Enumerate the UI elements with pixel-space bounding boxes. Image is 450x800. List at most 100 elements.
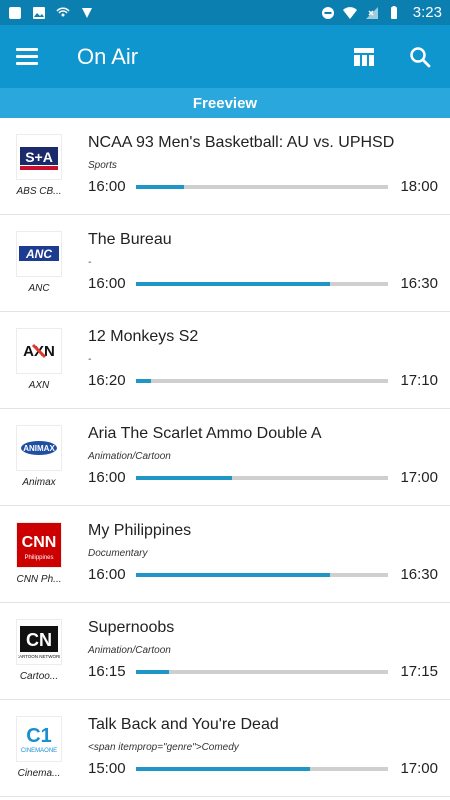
end-time: 16:30	[400, 275, 438, 292]
program-genre: Animation/Cartoon	[88, 451, 171, 462]
channel-logo: ANIMAX	[16, 425, 62, 471]
menu-button[interactable]	[16, 43, 44, 71]
program-title: Talk Back and You're Dead	[88, 716, 279, 733]
program-title: 12 Monkeys S2	[88, 328, 199, 345]
channel-column: CNN Philippines CNN Ph...	[0, 506, 78, 602]
svg-text:CNN: CNN	[22, 534, 57, 551]
program-info: Talk Back and You're Dead <span itemprop…	[78, 700, 450, 796]
start-time: 16:00	[88, 469, 126, 486]
program-genre: Documentary	[88, 548, 148, 559]
program-genre: Animation/Cartoon	[88, 645, 171, 656]
time-row: 16:00 18:00	[88, 178, 438, 195]
progress-fill	[136, 184, 184, 189]
progress-bar	[136, 766, 388, 771]
menu-icon-line	[16, 48, 38, 51]
end-time: 18:00	[400, 178, 438, 195]
do-not-disturb-icon	[321, 6, 334, 19]
end-time: 17:15	[400, 663, 438, 680]
end-time: 16:30	[400, 566, 438, 583]
grid-view-icon	[354, 47, 374, 66]
channel-name: ANC	[28, 283, 50, 294]
channel-column: S+A ABS CB...	[0, 118, 78, 214]
progress-fill	[136, 766, 310, 771]
channel-name: ABS CB...	[16, 186, 62, 197]
progress-fill	[136, 572, 331, 577]
svg-text:CARTOON NETWORK: CARTOON NETWORK	[18, 654, 60, 659]
list-item[interactable]: C1 CINEMAONE Cinema... Talk Back and You'…	[0, 700, 450, 797]
start-time: 16:00	[88, 178, 126, 195]
start-time: 16:15	[88, 663, 126, 680]
notification-square-icon	[9, 6, 21, 19]
end-time: 17:10	[400, 372, 438, 389]
channel-column: C1 CINEMAONE Cinema...	[0, 700, 78, 796]
wifi-hotspot-icon	[56, 7, 70, 16]
channel-logo: ANC	[16, 231, 62, 277]
start-time: 16:00	[88, 566, 126, 583]
channel-name: CNN Ph...	[16, 574, 62, 585]
search-icon	[410, 46, 431, 67]
status-bar: 3:23	[0, 0, 450, 25]
channel-column: ANC ANC	[0, 215, 78, 311]
svg-text:CN: CN	[26, 630, 52, 650]
channel-name: Cinema...	[17, 768, 61, 779]
list-item[interactable]: S+A ABS CB... NCAA 93 Men's Basketball: …	[0, 118, 450, 215]
start-time: 15:00	[88, 760, 126, 777]
menu-icon-line	[16, 62, 38, 65]
wifi-icon	[342, 6, 357, 19]
time-row: 16:00 17:00	[88, 469, 438, 486]
channel-column: AXN AXN	[0, 312, 78, 408]
grid-view-button[interactable]	[352, 45, 376, 69]
list-item[interactable]: ANIMAX Animax Aria The Scarlet Ammo Doub…	[0, 409, 450, 506]
svg-text:C1: C1	[26, 725, 52, 747]
program-info: NCAA 93 Men's Basketball: AU vs. UPHSD S…	[78, 118, 450, 214]
program-title: Supernoobs	[88, 619, 175, 636]
svg-text:CINEMAONE: CINEMAONE	[21, 748, 57, 754]
channel-column: ANIMAX Animax	[0, 409, 78, 505]
program-genre: -	[88, 354, 92, 365]
program-genre: <span itemprop="genre">Comedy	[88, 742, 239, 753]
svg-text:ANC: ANC	[25, 247, 52, 261]
channel-logo: CNN Philippines	[16, 522, 62, 568]
progress-fill	[136, 378, 152, 383]
channel-logo: S+A	[16, 134, 62, 180]
app-bar: On Air	[0, 25, 450, 88]
time-row: 15:00 17:00	[88, 760, 438, 777]
progress-bar	[136, 281, 388, 286]
program-title: The Bureau	[88, 231, 172, 248]
list-item[interactable]: AXN AXN 12 Monkeys S2 - 16:20 17:10	[0, 312, 450, 409]
program-title: My Philippines	[88, 522, 192, 539]
time-row: 16:15 17:15	[88, 663, 438, 680]
progress-bar	[136, 572, 388, 577]
page-title: On Air	[77, 43, 139, 69]
search-button[interactable]	[408, 45, 432, 69]
svg-text:S+A: S+A	[25, 149, 53, 165]
download-icon	[82, 7, 92, 18]
svg-text:ANIMAX: ANIMAX	[23, 444, 55, 453]
channel-column: CN CARTOON NETWORK Cartoo...	[0, 603, 78, 699]
program-info: Supernoobs Animation/Cartoon 16:15 17:15	[78, 603, 450, 699]
list-item[interactable]: ANC ANC The Bureau - 16:00 16:30	[0, 215, 450, 312]
channel-logo: C1 CINEMAONE	[16, 716, 62, 762]
status-time: 3:23	[412, 4, 442, 21]
progress-bar	[136, 184, 388, 189]
program-info: 12 Monkeys S2 - 16:20 17:10	[78, 312, 450, 408]
progress-bar	[136, 475, 388, 480]
battery-icon	[390, 5, 397, 19]
progress-bar	[136, 669, 388, 674]
section-header: Freeview	[0, 88, 450, 118]
image-icon	[33, 6, 45, 19]
program-title: Aria The Scarlet Ammo Double A	[88, 425, 322, 442]
channel-name: Cartoo...	[19, 671, 59, 682]
program-info: Aria The Scarlet Ammo Double A Animation…	[78, 409, 450, 505]
program-info: The Bureau - 16:00 16:30	[78, 215, 450, 311]
progress-bar	[136, 378, 388, 383]
program-title: NCAA 93 Men's Basketball: AU vs. UPHSD	[88, 134, 395, 151]
progress-fill	[136, 475, 232, 480]
progress-fill	[136, 281, 331, 286]
channel-logo: AXN	[16, 328, 62, 374]
list-item[interactable]: CNN Philippines CNN Ph... My Philippines …	[0, 506, 450, 603]
menu-icon-line	[16, 55, 38, 58]
list-item[interactable]: CN CARTOON NETWORK Cartoo... Supernoobs A…	[0, 603, 450, 700]
program-list: S+A ABS CB... NCAA 93 Men's Basketball: …	[0, 118, 450, 797]
channel-name: AXN	[28, 380, 50, 391]
